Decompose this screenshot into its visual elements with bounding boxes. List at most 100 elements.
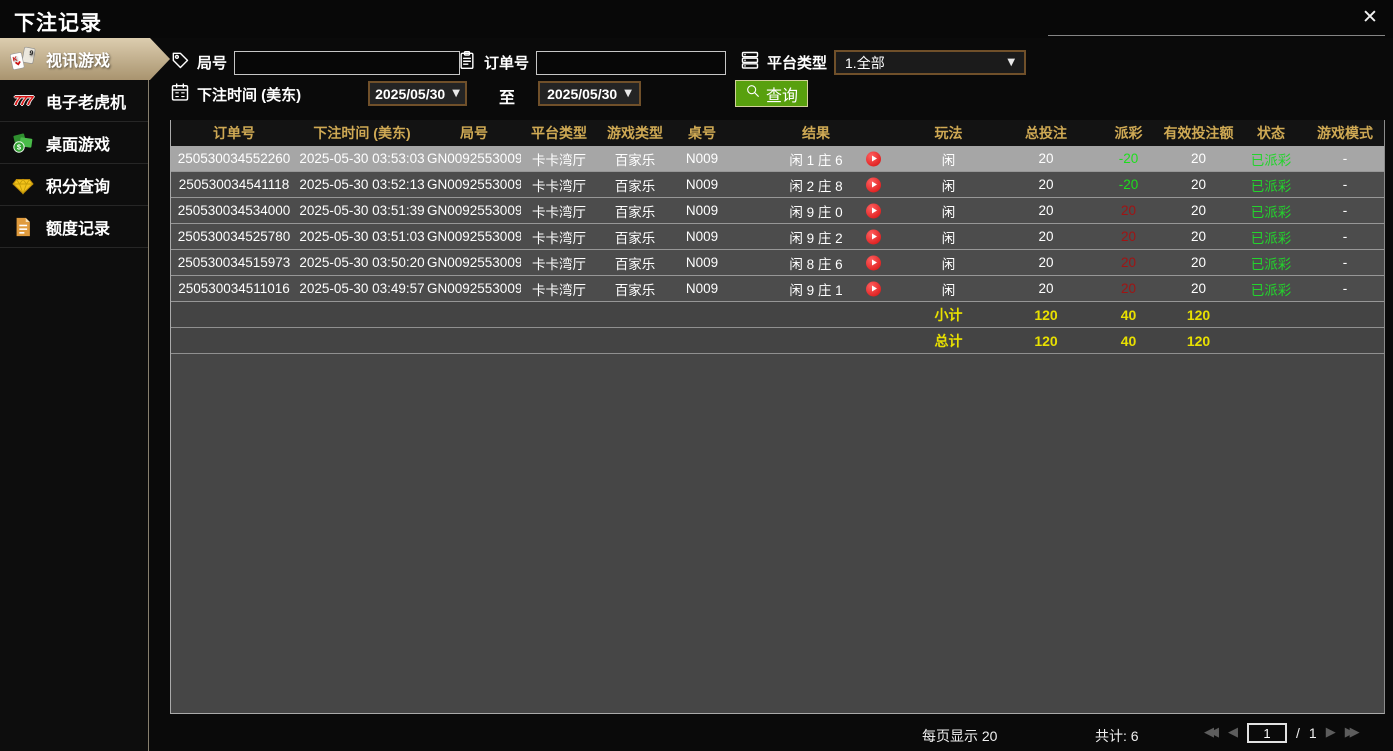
subtotal-payout: 40 bbox=[1096, 307, 1161, 323]
round-id: GN0092553009G bbox=[427, 229, 521, 244]
col-header: 派彩 bbox=[1096, 123, 1161, 143]
col-header: 玩法 bbox=[901, 123, 996, 143]
game-type: 百家乐 bbox=[597, 279, 673, 299]
play-video-icon[interactable] bbox=[866, 229, 881, 244]
date-to-picker[interactable]: 2025/05/30 ▼ bbox=[538, 81, 641, 106]
date-from-picker[interactable]: 2025/05/30 ▼ bbox=[368, 81, 467, 106]
page-number-input[interactable]: 1 bbox=[1247, 723, 1287, 743]
subtotal-row: 小计 120 40 120 bbox=[171, 302, 1384, 328]
search-icon bbox=[745, 83, 761, 104]
to-label: 至 bbox=[499, 84, 515, 108]
sidebar: 9 K 视讯游戏 777 电子老虎机 $ 桌面游戏 bbox=[0, 38, 149, 751]
sidebar-item-points[interactable]: 积分查询 bbox=[0, 164, 148, 206]
table-no: N009 bbox=[673, 203, 731, 218]
slot-777-icon: 777 bbox=[9, 87, 37, 115]
round-id: GN0092553009H bbox=[427, 203, 521, 218]
sidebar-item-credit-records[interactable]: 额度记录 bbox=[0, 206, 148, 248]
play-video-icon[interactable] bbox=[866, 177, 881, 192]
chevron-down-icon: ▼ bbox=[624, 88, 632, 99]
subtotal-valid-bet: 120 bbox=[1161, 307, 1236, 323]
game-mode: - bbox=[1306, 229, 1384, 244]
table-row[interactable]: 250530034525780 2025-05-30 03:51:03 GN00… bbox=[171, 224, 1384, 250]
result-text: 闲 9 庄 1 bbox=[789, 283, 842, 298]
result-text: 闲 9 庄 0 bbox=[789, 205, 842, 220]
col-header: 结果 bbox=[731, 123, 901, 143]
result-text: 闲 2 庄 8 bbox=[789, 179, 842, 194]
order-id: 250530034511016 bbox=[171, 281, 297, 296]
bet-time: 2025-05-30 03:49:57 bbox=[297, 281, 427, 296]
table-row[interactable]: 250530034534000 2025-05-30 03:51:39 GN00… bbox=[171, 198, 1384, 224]
table-row[interactable]: 250530034541118 2025-05-30 03:52:13 GN00… bbox=[171, 172, 1384, 198]
round-filter-group: 局号 bbox=[170, 50, 460, 75]
total-bet: 20 bbox=[996, 177, 1096, 192]
game-type: 百家乐 bbox=[597, 227, 673, 247]
play-type: 闲 bbox=[901, 149, 996, 169]
last-page-icon[interactable]: ▶▶ bbox=[1345, 723, 1360, 743]
play-type: 闲 bbox=[901, 227, 996, 247]
col-header: 状态 bbox=[1236, 123, 1306, 143]
order-filter-group: 订单号 bbox=[457, 50, 726, 75]
bet-time-group: 下注时间 (美东) bbox=[170, 82, 301, 107]
first-page-icon[interactable]: ◀◀ bbox=[1204, 723, 1219, 743]
table-row[interactable]: 250530034552260 2025-05-30 03:53:03 GN00… bbox=[171, 146, 1384, 172]
search-button[interactable]: 查询 bbox=[735, 80, 808, 107]
table-no: N009 bbox=[673, 177, 731, 192]
play-type: 闲 bbox=[901, 201, 996, 221]
order-id: 250530034552260 bbox=[171, 151, 297, 166]
platform: 卡卡湾厅 bbox=[521, 175, 597, 195]
playing-cards-icon: 9 K bbox=[9, 45, 37, 73]
prev-page-icon[interactable]: ◀ bbox=[1228, 723, 1238, 743]
diamond-icon bbox=[9, 171, 37, 199]
platform: 卡卡湾厅 bbox=[521, 227, 597, 247]
grand-total-payout: 40 bbox=[1096, 333, 1161, 349]
valid-bet: 20 bbox=[1161, 281, 1236, 296]
order-id-input[interactable] bbox=[536, 51, 726, 75]
play-video-icon[interactable] bbox=[866, 203, 881, 218]
platform-list-icon bbox=[740, 50, 760, 75]
sidebar-item-label: 视讯游戏 bbox=[46, 47, 110, 71]
platform: 卡卡湾厅 bbox=[521, 253, 597, 273]
round-id: GN0092553009E bbox=[427, 281, 521, 296]
play-video-icon[interactable] bbox=[866, 255, 881, 270]
play-type: 闲 bbox=[901, 279, 996, 299]
next-page-icon[interactable]: ▶ bbox=[1326, 723, 1336, 743]
bet-time-label: 下注时间 (美东) bbox=[197, 84, 301, 105]
close-icon[interactable]: ✕ bbox=[1356, 5, 1384, 31]
tag-icon bbox=[170, 50, 190, 75]
status-badge: 已派彩 bbox=[1236, 279, 1306, 299]
game-mode: - bbox=[1306, 151, 1384, 166]
total-count-label: 共计: 6 bbox=[1095, 726, 1139, 746]
sidebar-item-label: 积分查询 bbox=[46, 173, 110, 197]
table-games-icon: $ bbox=[9, 129, 37, 157]
subtotal-label: 小计 bbox=[901, 305, 996, 325]
game-type: 百家乐 bbox=[597, 175, 673, 195]
col-header: 平台类型 bbox=[521, 123, 597, 143]
table-no: N009 bbox=[673, 229, 731, 244]
platform-filter-group: 平台类型 1.全部 ▼ bbox=[740, 50, 1026, 75]
sidebar-item-slots[interactable]: 777 电子老虎机 bbox=[0, 80, 148, 122]
page-separator: / bbox=[1296, 725, 1300, 741]
total-bet: 20 bbox=[996, 203, 1096, 218]
sidebar-item-table-games[interactable]: $ 桌面游戏 bbox=[0, 122, 148, 164]
search-button-label: 查询 bbox=[766, 82, 798, 106]
platform-type-select[interactable]: 1.全部 ▼ bbox=[834, 50, 1026, 75]
platform: 卡卡湾厅 bbox=[521, 201, 597, 221]
table-row[interactable]: 250530034515973 2025-05-30 03:50:20 GN00… bbox=[171, 250, 1384, 276]
play-video-icon[interactable] bbox=[866, 151, 881, 166]
sidebar-item-live-games[interactable]: 9 K 视讯游戏 bbox=[0, 38, 170, 80]
result-text: 闲 9 庄 2 bbox=[789, 231, 842, 246]
valid-bet: 20 bbox=[1161, 255, 1236, 270]
sidebar-item-label: 额度记录 bbox=[46, 215, 110, 239]
status-badge: 已派彩 bbox=[1236, 149, 1306, 169]
play-video-icon[interactable] bbox=[866, 281, 881, 296]
round-id-input[interactable] bbox=[234, 51, 460, 75]
order-id: 250530034515973 bbox=[171, 255, 297, 270]
total-bet: 20 bbox=[996, 151, 1096, 166]
table-row[interactable]: 250530034511016 2025-05-30 03:49:57 GN00… bbox=[171, 276, 1384, 302]
payout: 20 bbox=[1096, 203, 1161, 218]
payout: -20 bbox=[1096, 151, 1161, 166]
col-header: 游戏类型 bbox=[597, 123, 673, 143]
platform-type-label: 平台类型 bbox=[767, 52, 827, 73]
table-empty-area bbox=[171, 354, 1384, 713]
date-from-value: 2025/05/30 bbox=[375, 86, 445, 102]
